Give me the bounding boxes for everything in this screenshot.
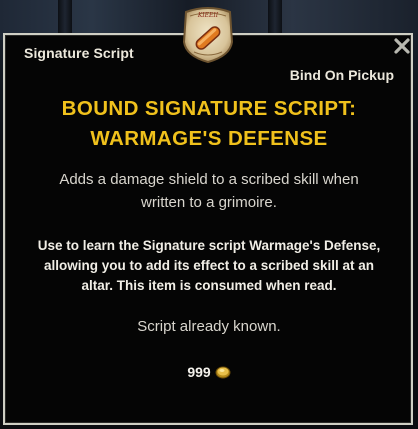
use-line: allowing you to add its effect to a scri… <box>43 258 375 273</box>
bind-status: Bind On Pickup <box>289 67 394 83</box>
use-line: Use to learn the Signature script Warmag… <box>37 238 381 253</box>
item-price: 999 <box>0 364 418 382</box>
gold-coin-icon <box>215 365 231 382</box>
svg-text:KIEEII: KIEEII <box>197 12 219 19</box>
item-description: Adds a damage shield to a scribed skill … <box>30 168 388 214</box>
use-instructions: Use to learn the Signature script Warmag… <box>30 236 388 296</box>
item-title-line: WARMAGE'S DEFENSE <box>90 127 328 150</box>
description-line: Adds a damage shield to a scribed skill … <box>59 171 359 188</box>
scroll-icon: KIEEII <box>180 2 236 64</box>
use-line: altar. This item is consumed when read. <box>81 278 337 293</box>
price-value: 999 <box>187 364 211 380</box>
close-icon <box>394 38 410 54</box>
description-line: written to a grimoire. <box>141 194 277 211</box>
item-type-label: Signature Script <box>24 45 134 61</box>
game-scene: KIEEII Signature Script Bind On Pickup B… <box>0 0 418 429</box>
item-title-line: BOUND SIGNATURE SCRIPT: <box>61 97 357 120</box>
close-button[interactable] <box>391 37 413 59</box>
item-title: BOUND SIGNATURE SCRIPT: WARMAGE'S DEFENS… <box>20 94 398 154</box>
known-status: Script already known. <box>137 318 281 335</box>
